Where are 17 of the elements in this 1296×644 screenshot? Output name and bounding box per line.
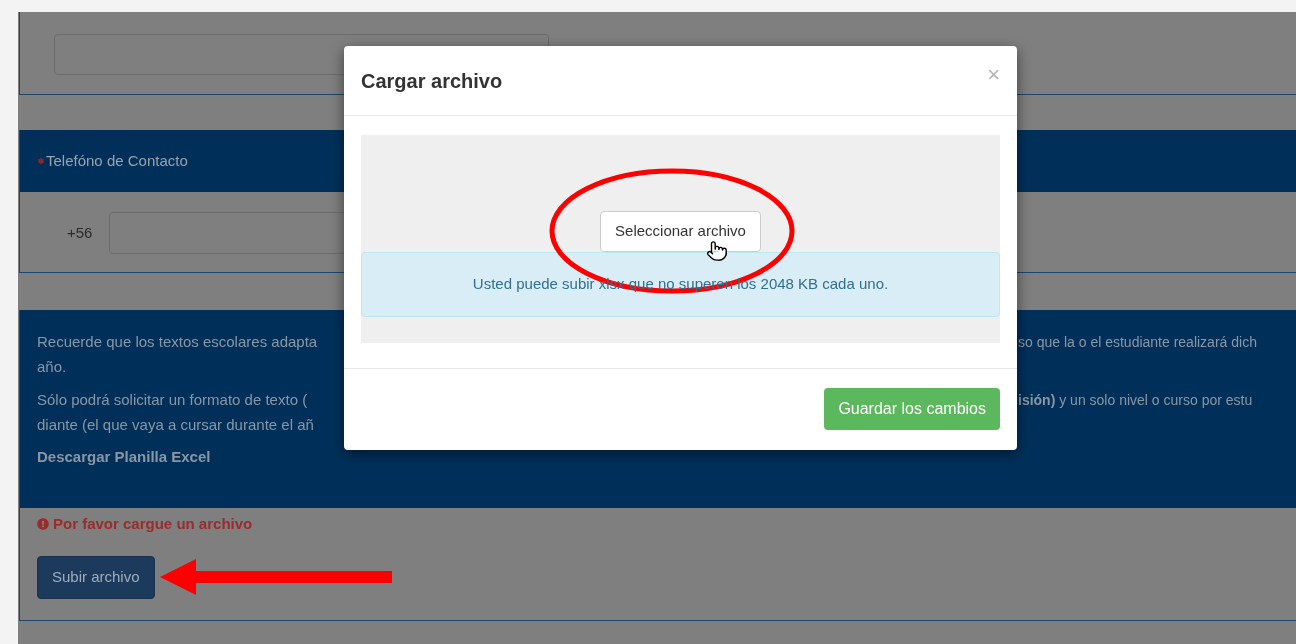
required-asterisk-icon bbox=[36, 156, 46, 166]
info-text: isión) y un solo nivel o curso por estu bbox=[1018, 391, 1254, 410]
error-icon bbox=[37, 518, 49, 531]
hand-cursor-icon bbox=[706, 238, 728, 264]
country-code: +56 bbox=[67, 222, 94, 243]
upload-button[interactable]: Subir archivo bbox=[37, 555, 155, 599]
info-text: Recuerde que los textos escolares adapta bbox=[37, 332, 319, 353]
info-text: so que la o el estudiante realizará dich bbox=[1018, 333, 1258, 352]
field-label: Telefóno de Contacto bbox=[46, 150, 188, 171]
info-text: diante (el que vaya a cursar durante el añ bbox=[37, 415, 315, 436]
error-message: Por favor cargue un archivo bbox=[53, 514, 253, 534]
info-text: Sólo podrá solicitar un formato de texto ( bbox=[37, 390, 309, 411]
info-text: año. bbox=[37, 357, 68, 378]
download-link[interactable]: Descargar Planilla Excel bbox=[37, 448, 211, 465]
dialog-title: Cargar archivo bbox=[361, 68, 503, 94]
select-file-button[interactable]: Seleccionar archivo bbox=[600, 211, 761, 252]
save-button[interactable]: Guardar los cambios bbox=[824, 388, 1000, 430]
